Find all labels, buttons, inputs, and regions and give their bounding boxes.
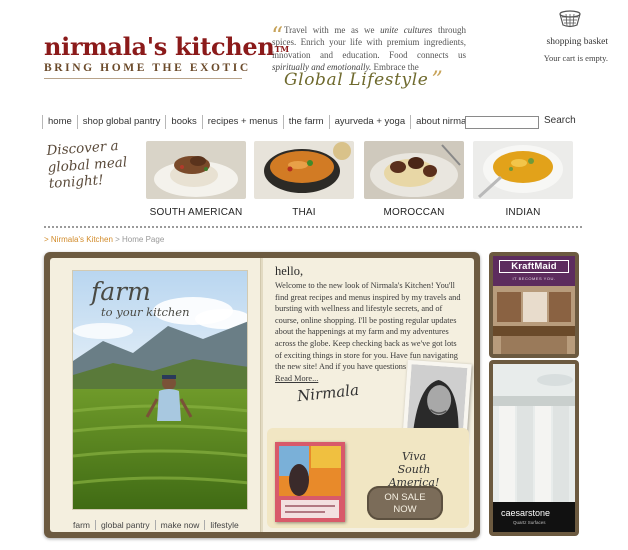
on-sale-label-2: NOW [393,503,417,515]
promo-heading: Viva South America! [379,450,449,489]
cuisine-label[interactable]: THAI [244,207,364,218]
cuisine-moroccan[interactable]: MOROCCAN [364,141,464,218]
cuisine-indian[interactable]: INDIAN [473,141,573,218]
south-america-promo[interactable]: Viva South America! ON SALE NOW [267,428,469,528]
read-more-link[interactable]: Read More... [275,374,318,383]
nav-recipes-menus[interactable]: recipes + menus [201,115,283,129]
global-lifestyle-heading: Global Lifestyle” [284,68,443,93]
cuisine-thai[interactable]: THAI [254,141,354,218]
kraftmaid-ad[interactable]: KraftMaid IT BECOMES YOU. [489,252,579,358]
on-sale-button[interactable]: ON SALE NOW [367,486,443,520]
discover-tagline: Discover a global meal tonight! [46,137,128,192]
brand-name: nirmala's kitchen [44,32,275,61]
cookbook-cover[interactable] [275,442,345,522]
signature: Nirmala [296,380,360,406]
book-feature: farm to your kitchen farm global pantry … [44,252,480,538]
search-input[interactable] [465,116,539,129]
caesarstone-ad[interactable]: caesarstone Quartz Surfaces [489,360,579,536]
nav-ayurveda-yoga[interactable]: ayurveda + yoga [328,115,411,129]
caesarstone-tagline: Quartz Surfaces [513,520,546,525]
breadcrumb-home-link[interactable]: > Nirmala's Kitchen [44,235,113,244]
quote-text-1: Travel with me as we [284,25,381,35]
open-quote-mark: “ [271,22,284,50]
cuisine-label[interactable]: MOROCCAN [354,207,474,218]
shopping-basket-link[interactable]: shopping basket [506,37,608,47]
on-sale-label-1: ON SALE [384,492,426,503]
farm-links: farm global pantry make now lifestyle [70,520,244,530]
section-divider [44,226,582,228]
kraftmaid-tagline: IT BECOMES YOU. [512,276,556,281]
quote-emphasis-1: unite cultures [380,25,433,35]
caesarstone-logo: caesarstone [501,508,551,518]
kraftmaid-logo: KraftMaid [499,260,569,273]
farm-subtitle: to your kitchen [101,305,190,319]
indian-dish-image[interactable] [473,141,573,199]
site-logo[interactable]: nirmala's kitchenTM BRING HOME THE EXOTI… [44,34,289,79]
thai-dish-image[interactable] [254,141,354,199]
close-quote-mark: ” [431,68,444,93]
greeting-heading: hello, [275,264,304,278]
farm-link-make-now[interactable]: make now [154,520,205,530]
cuisine-label[interactable]: INDIAN [463,207,583,218]
farm-link-lifestyle[interactable]: lifestyle [204,520,243,530]
breadcrumb: > Nirmala's Kitchen > Home Page [44,235,164,244]
farm-title: farm [91,277,151,306]
nav-the-farm[interactable]: the farm [282,115,329,129]
mission-quote: “ Travel with me as we unite cultures th… [271,22,466,73]
search-button[interactable]: Search [544,115,576,126]
south-american-dish-image[interactable] [146,141,246,199]
nav-books[interactable]: books [165,115,201,129]
welcome-body: Welcome to the new look of Nirmala's Kit… [275,281,461,372]
shopping-basket-icon[interactable] [558,8,582,28]
main-nav: home shop global pantry books recipes + … [42,114,479,130]
nav-home[interactable]: home [42,115,77,129]
farm-link-farm[interactable]: farm [70,520,95,530]
logo-divider [44,78,242,79]
cuisine-label[interactable]: SOUTH AMERICAN [136,207,256,218]
global-lifestyle-text: Global Lifestyle [284,70,429,90]
cart-status: Your cart is empty. [543,53,608,63]
brand-tagline: BRING HOME THE EXOTIC [44,62,251,74]
farm-photo[interactable]: farm to your kitchen [72,270,248,510]
farm-link-global-pantry[interactable]: global pantry [95,520,155,530]
nav-shop-global-pantry[interactable]: shop global pantry [76,115,166,129]
cuisine-south-american[interactable]: SOUTH AMERICAN [146,141,246,218]
breadcrumb-current: > Home Page [115,235,165,244]
promo-line-1: Viva [401,450,427,463]
moroccan-dish-image[interactable] [364,141,464,199]
book-right-page: hello, Welcome to the new look of Nirmal… [263,258,474,532]
book-left-page: farm to your kitchen farm global pantry … [50,258,261,532]
